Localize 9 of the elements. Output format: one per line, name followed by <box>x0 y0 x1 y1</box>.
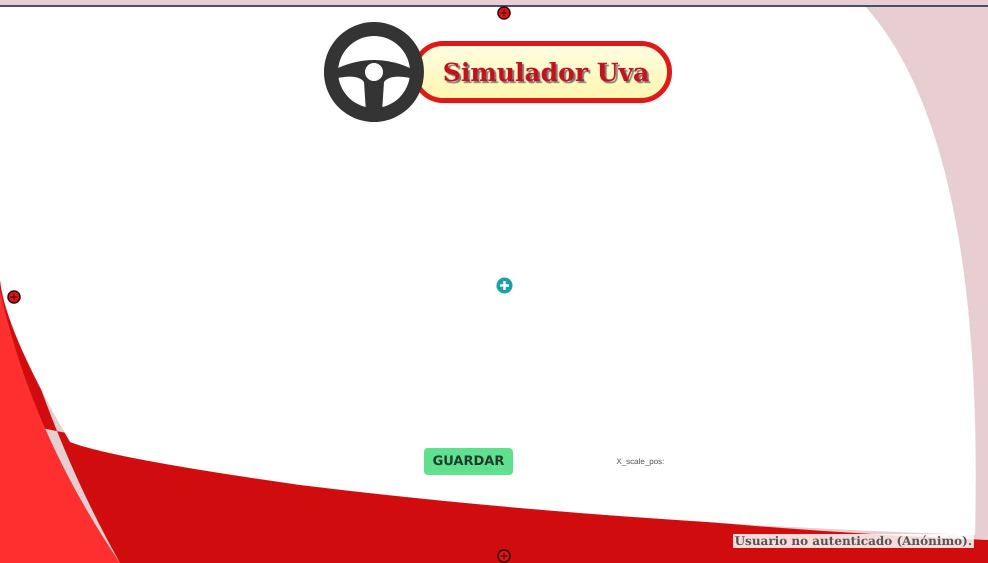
steering-wheel-icon <box>324 22 424 122</box>
app-title: Simulador Uva <box>442 58 650 86</box>
resize-handle-icon[interactable] <box>497 549 511 563</box>
resize-handle-icon[interactable] <box>7 290 21 304</box>
scale-label: X_scale_pos: <box>616 457 664 466</box>
resize-handle-icon[interactable] <box>497 6 511 20</box>
auth-status: Usuario no autenticado (Anónimo). <box>732 534 974 548</box>
add-icon[interactable] <box>496 277 512 294</box>
save-button[interactable]: GUARDAR <box>424 448 514 475</box>
